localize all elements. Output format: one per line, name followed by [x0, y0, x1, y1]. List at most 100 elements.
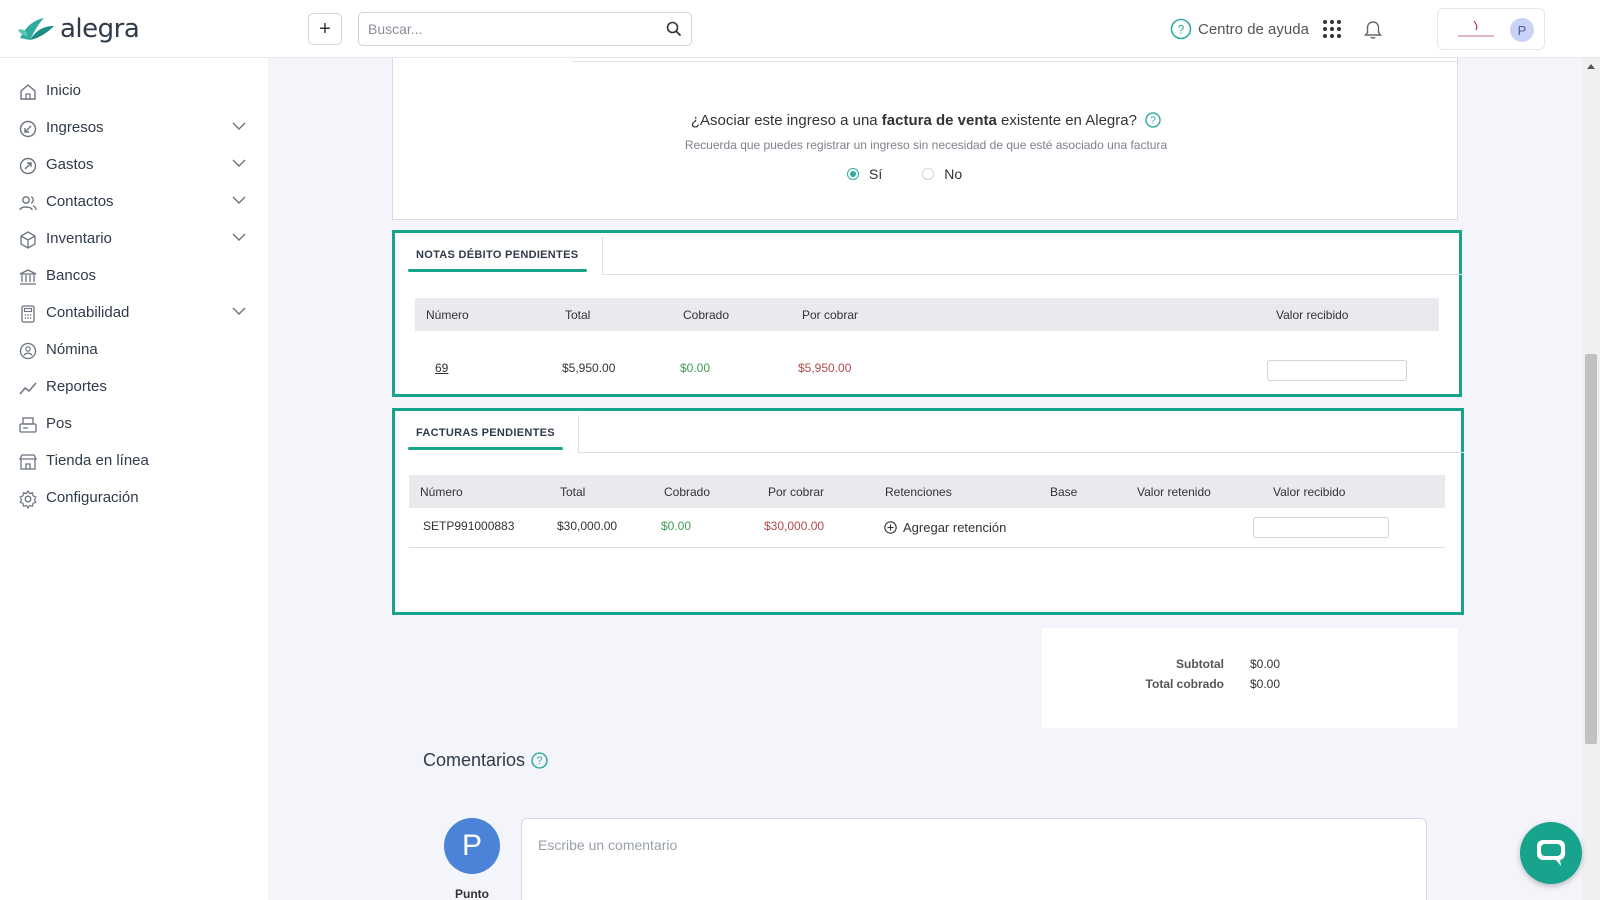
add-retention-label: Agregar retención: [903, 520, 1007, 535]
chevron-down-icon[interactable]: [232, 233, 246, 241]
radio-yes-indicator[interactable]: [847, 168, 859, 180]
tab-active-underline: [408, 269, 587, 272]
invoice-number[interactable]: SETP991000883: [423, 519, 514, 533]
invoice-valor-recibido-input[interactable]: [1253, 517, 1389, 538]
sidebar-item-bancos[interactable]: Bancos: [0, 258, 268, 294]
debit-note-total: $5,950.00: [562, 361, 616, 375]
chat-support-button[interactable]: [1520, 822, 1582, 884]
sidebar-item-gastos[interactable]: Gastos: [0, 147, 268, 183]
search-box: [358, 12, 692, 46]
comment-author-name: Punto: [455, 887, 489, 900]
subtotal-label: Subtotal: [1176, 657, 1224, 671]
pos-icon: [19, 417, 37, 433]
card-top-divider: [573, 61, 1457, 62]
search-icon[interactable]: [666, 21, 682, 37]
comments-section-title: Comentarios ?: [423, 750, 548, 771]
help-circle-icon[interactable]: ?: [531, 752, 548, 769]
svg-text:?: ?: [1150, 116, 1156, 127]
debit-note-por-cobrar: $5,950.00: [798, 361, 852, 375]
company-account-menu[interactable]: P: [1437, 8, 1545, 50]
sidebar-item-label: Ingresos: [46, 119, 104, 136]
user-avatar: P: [1510, 18, 1534, 42]
sidebar-item-contabilidad[interactable]: Contabilidad: [0, 295, 268, 331]
sidebar-item-reportes[interactable]: Reportes: [0, 369, 268, 405]
row-divider: [409, 547, 1445, 548]
apps-grid-icon[interactable]: [1322, 19, 1342, 39]
sidebar-item-nomina[interactable]: Nómina: [0, 332, 268, 368]
store-icon: [18, 454, 38, 470]
help-circle-icon[interactable]: ?: [1145, 112, 1161, 128]
comment-author-avatar: P: [444, 818, 500, 874]
comment-box: [521, 818, 1427, 900]
sidebar-item-inicio[interactable]: Inicio: [0, 73, 268, 109]
contacts-icon: [19, 196, 37, 211]
chevron-down-icon[interactable]: [232, 196, 246, 204]
question-text-bold: factura de venta: [881, 112, 997, 129]
sidebar-item-label: Configuración: [46, 489, 139, 506]
col-valor-retenido: Valor retenido: [1137, 485, 1211, 499]
col-numero: Número: [426, 308, 469, 322]
invoice-total: $30,000.00: [557, 519, 618, 533]
total-cobrado-value: $0.00: [1250, 677, 1281, 691]
debit-notes-table-header: Número Total Cobrado Por cobrar Valor re…: [415, 298, 1439, 331]
col-total: Total: [565, 308, 591, 322]
brand-logo[interactable]: alegra: [18, 14, 140, 44]
associate-hint: Recuerda que puedes registrar un ingreso…: [684, 138, 1168, 152]
radio-no-indicator[interactable]: [922, 168, 935, 180]
sidebar-item-label: Inventario: [46, 230, 112, 247]
sidebar-item-label: Nómina: [46, 341, 98, 358]
search-input[interactable]: [359, 13, 649, 45]
income-icon: [19, 120, 37, 138]
associate-radio-group: Sí No: [847, 166, 962, 182]
associate-question: ¿Asociar este ingreso a una factura de v…: [393, 112, 1459, 129]
tab-separator: [602, 237, 603, 275]
debit-note-valor-recibido-input[interactable]: [1267, 360, 1407, 381]
tab-active-underline: [408, 447, 563, 450]
question-text-start: ¿Asociar este ingreso a una: [690, 112, 882, 129]
debit-note-number-link[interactable]: 69: [435, 361, 448, 375]
sidebar-item-label: Reportes: [46, 378, 107, 395]
sidebar-item-label: Pos: [46, 415, 72, 432]
tab-pending-invoices[interactable]: FACTURAS PENDIENTES: [416, 427, 555, 439]
scroll-up-arrow-icon[interactable]: [1587, 64, 1595, 69]
bank-icon: [19, 269, 37, 285]
sidebar-item-contactos[interactable]: Contactos: [0, 184, 268, 220]
col-valor-recibido: Valor recibido: [1276, 308, 1349, 322]
plus-circle-icon: [884, 521, 897, 534]
radio-yes[interactable]: Sí: [847, 166, 882, 182]
sidebar-item-configuracion[interactable]: Configuración: [0, 480, 268, 516]
chevron-down-icon[interactable]: [232, 159, 246, 167]
sidebar-item-label: Bancos: [46, 267, 97, 284]
page-scrollbar[interactable]: [1582, 58, 1600, 900]
scroll-thumb[interactable]: [1585, 354, 1597, 744]
chevron-down-icon[interactable]: [232, 307, 246, 315]
notifications-bell-icon[interactable]: [1364, 20, 1382, 40]
col-por-cobrar: Por cobrar: [802, 308, 859, 322]
quick-add-button[interactable]: +: [308, 13, 342, 45]
help-circle-icon: ?: [1170, 18, 1192, 40]
pending-invoices-panel: FACTURAS PENDIENTES Número Total Cobrado…: [392, 408, 1464, 615]
home-icon: [20, 84, 36, 100]
sidebar-item-label: Contactos: [46, 193, 114, 210]
radio-no[interactable]: No: [922, 166, 962, 182]
col-cobrado: Cobrado: [683, 308, 730, 322]
help-center-link[interactable]: ? Centro de ayuda: [1170, 18, 1309, 40]
sidebar-item-tienda-en-linea[interactable]: Tienda en línea: [0, 443, 268, 479]
sidebar-item-pos[interactable]: Pos: [0, 406, 268, 442]
help-center-label: Centro de ayuda: [1198, 20, 1309, 38]
invoice-cobrado: $0.00: [661, 519, 692, 533]
col-base: Base: [1050, 485, 1078, 499]
comment-input[interactable]: [522, 819, 1426, 900]
add-retention-button[interactable]: Agregar retención: [884, 520, 1006, 535]
tab-bottom-line: [602, 274, 1462, 275]
chevron-down-icon[interactable]: [232, 122, 246, 130]
sidebar-item-inventario[interactable]: Inventario: [0, 221, 268, 257]
tab-debit-notes[interactable]: NOTAS DÉBITO PENDIENTES: [416, 249, 578, 261]
associate-invoice-card: ¿Asociar este ingreso a una factura de v…: [392, 58, 1458, 220]
col-por-cobrar: Por cobrar: [768, 485, 825, 499]
inventory-icon: [20, 231, 36, 249]
col-numero: Número: [420, 485, 463, 499]
settings-icon: [19, 489, 37, 509]
sidebar-item-ingresos[interactable]: Ingresos: [0, 110, 268, 146]
col-valor-recibido: Valor recibido: [1273, 485, 1346, 499]
